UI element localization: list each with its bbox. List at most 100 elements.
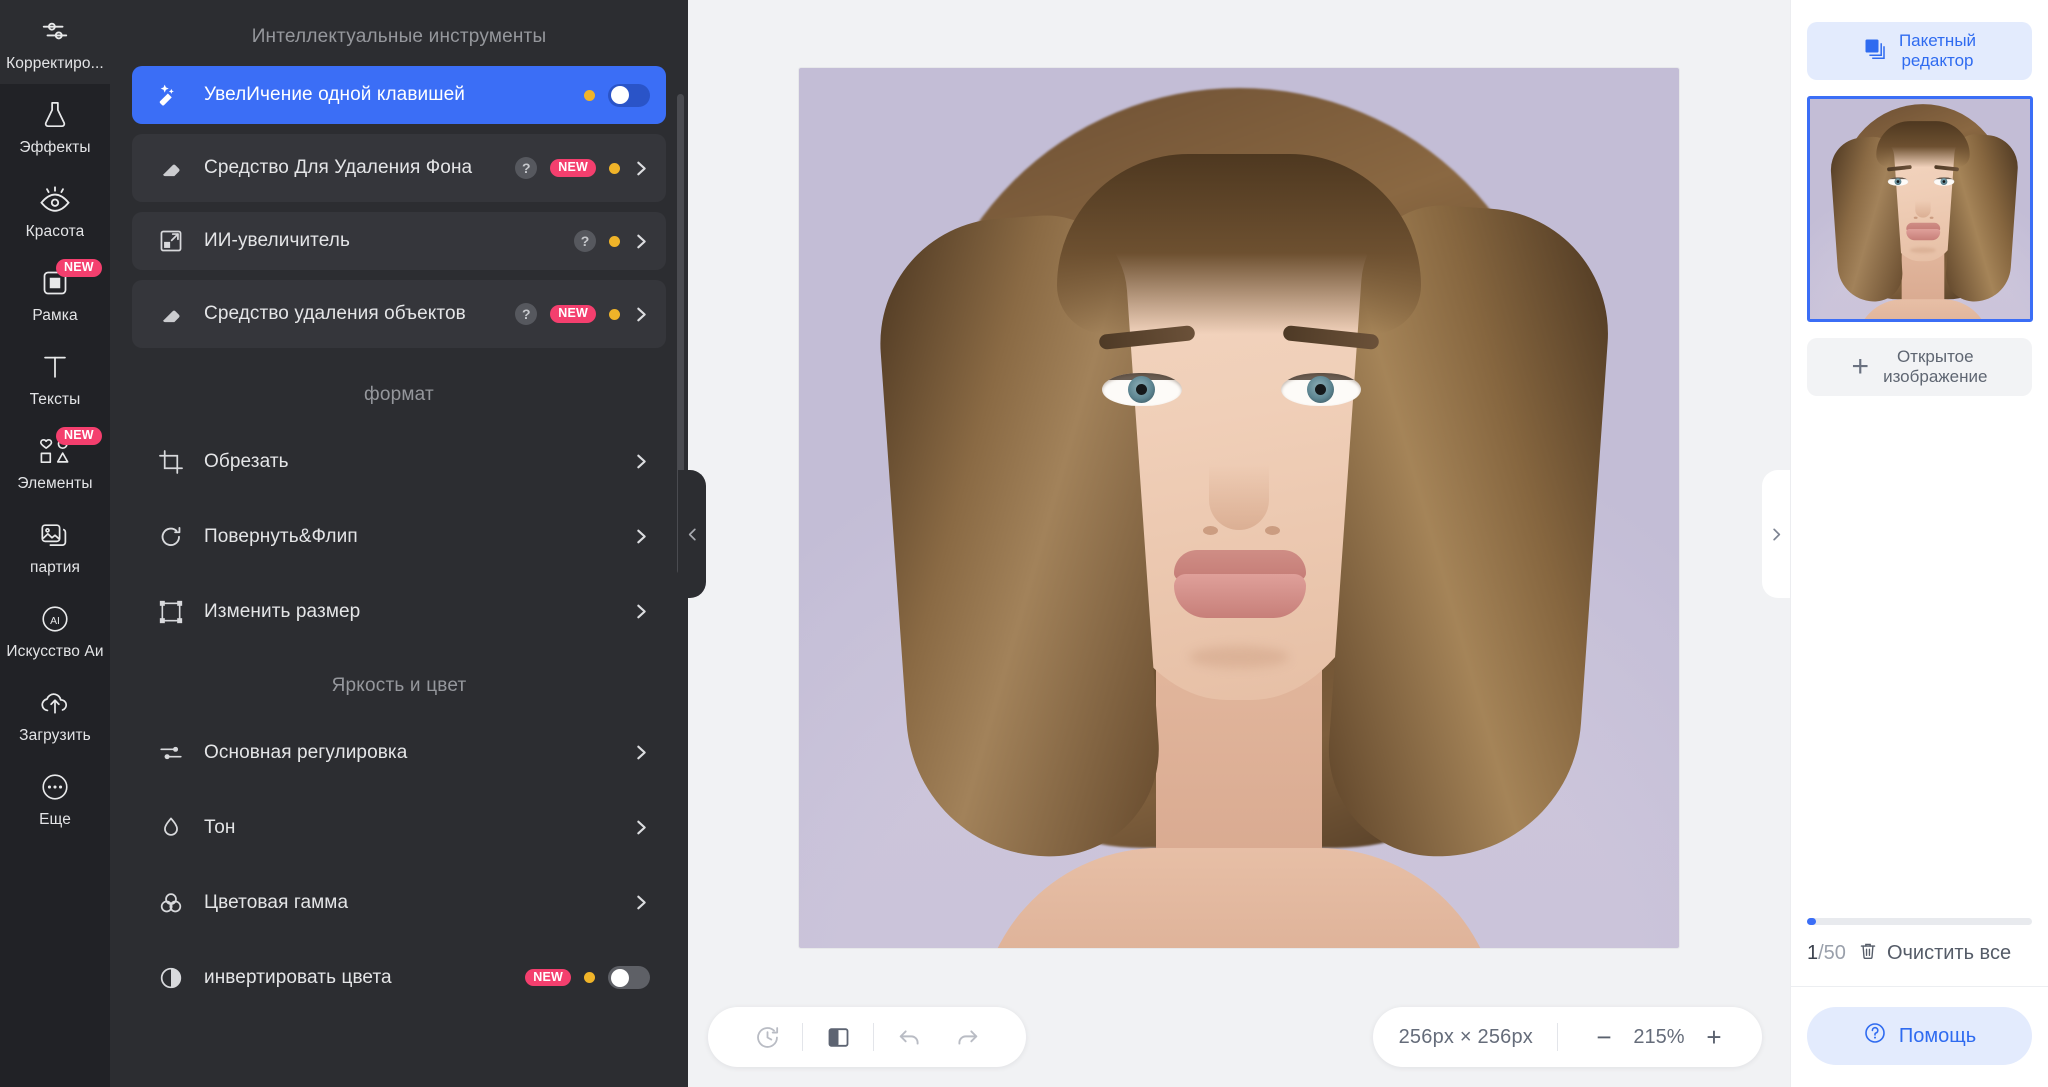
help-icon[interactable]: ?: [515, 157, 538, 179]
tool-row-crop[interactable]: Обрезать: [132, 424, 666, 499]
resize-icon: [154, 599, 188, 625]
batch-editor-label: Пакетный редактор: [1899, 31, 1976, 70]
tool-row-ai-upscaler[interactable]: ИИ-увеличитель ?: [132, 212, 666, 270]
rail-item-ai-art[interactable]: AI Искусство Аи: [0, 588, 110, 672]
compare-split-icon[interactable]: [809, 1008, 867, 1066]
rail-item-batch[interactable]: партия: [0, 504, 110, 588]
rail-item-upload[interactable]: Загрузить: [0, 672, 110, 756]
enhance-toggle[interactable]: [608, 83, 650, 107]
flask-icon: [37, 98, 73, 132]
rail-item-effects[interactable]: Эффекты: [0, 84, 110, 168]
invert-colors-toggle[interactable]: [608, 966, 650, 989]
new-badge: NEW: [550, 305, 596, 323]
chevron-right-icon[interactable]: [633, 894, 650, 911]
help-button[interactable]: Помощь: [1807, 1007, 2032, 1065]
tool-row-one-key-enhance[interactable]: УвелИчение одной клавишей: [132, 66, 666, 124]
collapse-right-panel-handle[interactable]: [1762, 470, 1790, 598]
chevron-right-icon[interactable]: [633, 306, 650, 323]
rail-label: Красота: [25, 223, 85, 241]
clear-all-label: Очистить все: [1886, 942, 2012, 964]
help-zone: Помощь: [1791, 986, 2048, 1087]
tool-row-invert-colors[interactable]: инвертировать цвета NEW: [132, 940, 666, 1015]
rail-item-beauty[interactable]: Красота: [0, 168, 110, 252]
stack-images-icon: [37, 518, 73, 552]
tool-row-controls: ? NEW: [515, 157, 650, 179]
rail-item-frame[interactable]: NEW Рамка: [0, 252, 110, 336]
tool-row-resize[interactable]: Изменить размер: [132, 574, 666, 649]
open-image-label: Открытое изображение: [1883, 347, 1987, 386]
tool-row-controls: [633, 603, 650, 620]
undo-arrow-icon[interactable]: [880, 1008, 938, 1066]
chevron-right-icon[interactable]: [633, 453, 650, 470]
tool-row-rotate-flip[interactable]: Повернуть&Флип: [132, 499, 666, 574]
trash-icon: [1858, 941, 1878, 966]
color-circles-icon: [154, 890, 188, 916]
upscale-icon: [154, 228, 188, 254]
right-panel: Пакетный редактор + Открытое изображение…: [1790, 0, 2048, 1087]
pro-dot-icon: [584, 89, 595, 101]
tool-label: Обрезать: [204, 450, 289, 472]
tool-row-controls: ?: [574, 230, 650, 252]
tool-label: Средство удаления объектов: [204, 303, 466, 325]
redo-arrow-icon[interactable]: [938, 1008, 996, 1066]
eraser-icon: [154, 301, 188, 327]
new-badge: NEW: [525, 968, 571, 987]
main-image-preview[interactable]: [799, 68, 1679, 948]
tool-row-object-remover[interactable]: Средство удаления объектов ? NEW: [132, 280, 666, 348]
zoom-in-button[interactable]: +: [1692, 1015, 1736, 1059]
crop-icon: [154, 449, 188, 475]
progress-track: [1807, 918, 2032, 925]
batch-editor-button[interactable]: Пакетный редактор: [1807, 22, 2032, 80]
tool-row-controls: [633, 528, 650, 545]
divider: [1557, 1023, 1558, 1051]
droplet-icon: [154, 815, 188, 841]
tool-row-color-gamut[interactable]: Цветовая гамма: [132, 865, 666, 940]
tool-row-basic-adjustment[interactable]: Основная регулировка: [132, 715, 666, 790]
tool-row-background-remover[interactable]: Средство Для Удаления Фона ? NEW: [132, 134, 666, 202]
tool-row-controls: NEW: [525, 966, 650, 989]
zoom-out-button[interactable]: −: [1582, 1015, 1626, 1059]
slot-count-row: 1/50 Очистить все: [1791, 925, 2048, 986]
new-badge: NEW: [550, 159, 596, 177]
rail-label: Корректиро...: [6, 55, 104, 72]
chevron-right-icon[interactable]: [633, 819, 650, 836]
new-badge: NEW: [56, 259, 102, 277]
eraser-icon: [154, 155, 188, 181]
help-icon[interactable]: ?: [515, 303, 538, 325]
rail-label: Загрузить: [19, 727, 91, 745]
tool-row-controls: [633, 819, 650, 836]
pro-dot-icon: [609, 308, 620, 320]
slot-count-total: /50: [1818, 942, 1846, 964]
tool-label: Средство Для Удаления Фона: [204, 157, 473, 179]
rail-label: Еще: [39, 811, 71, 829]
plus-icon: +: [1851, 350, 1870, 383]
rail-label: Элементы: [17, 475, 93, 493]
image-thumbnail[interactable]: [1807, 96, 2033, 322]
collapse-left-panel-handle[interactable]: [678, 470, 706, 598]
zoom-toolbar: 256px × 256px − 215% +: [1372, 1007, 1762, 1067]
rail-item-adjust[interactable]: Корректиро...: [0, 0, 110, 85]
tool-row-tone[interactable]: Тон: [132, 790, 666, 865]
stack-squares-icon: [1863, 37, 1887, 66]
chevron-right-icon[interactable]: [633, 160, 650, 177]
pro-dot-icon: [584, 972, 595, 983]
slot-progress: [1791, 918, 2048, 925]
chevron-right-icon[interactable]: [633, 528, 650, 545]
sliders-icon: [154, 740, 188, 766]
help-icon[interactable]: ?: [574, 230, 596, 252]
chevron-right-icon[interactable]: [633, 603, 650, 620]
tool-label: Тон: [204, 816, 236, 838]
rail-item-more[interactable]: Еще: [0, 756, 110, 840]
chevron-right-icon[interactable]: [633, 233, 650, 250]
chevron-right-icon[interactable]: [633, 744, 650, 761]
new-badge: NEW: [56, 427, 102, 445]
section-title-brightness-color: Яркость и цвет: [331, 675, 467, 696]
open-image-button[interactable]: + Открытое изображение: [1807, 338, 2032, 396]
canvas-area: 256px × 256px − 215% +: [688, 0, 1790, 1087]
history-clock-icon[interactable]: [738, 1008, 796, 1066]
clear-all-button[interactable]: Очистить все: [1858, 941, 2011, 966]
rail-item-texts[interactable]: Тексты: [0, 336, 110, 420]
rail-item-elements[interactable]: NEW Элементы: [0, 420, 110, 504]
cloud-upload-icon: [37, 686, 73, 720]
thumbnail-list: [1807, 96, 2033, 322]
